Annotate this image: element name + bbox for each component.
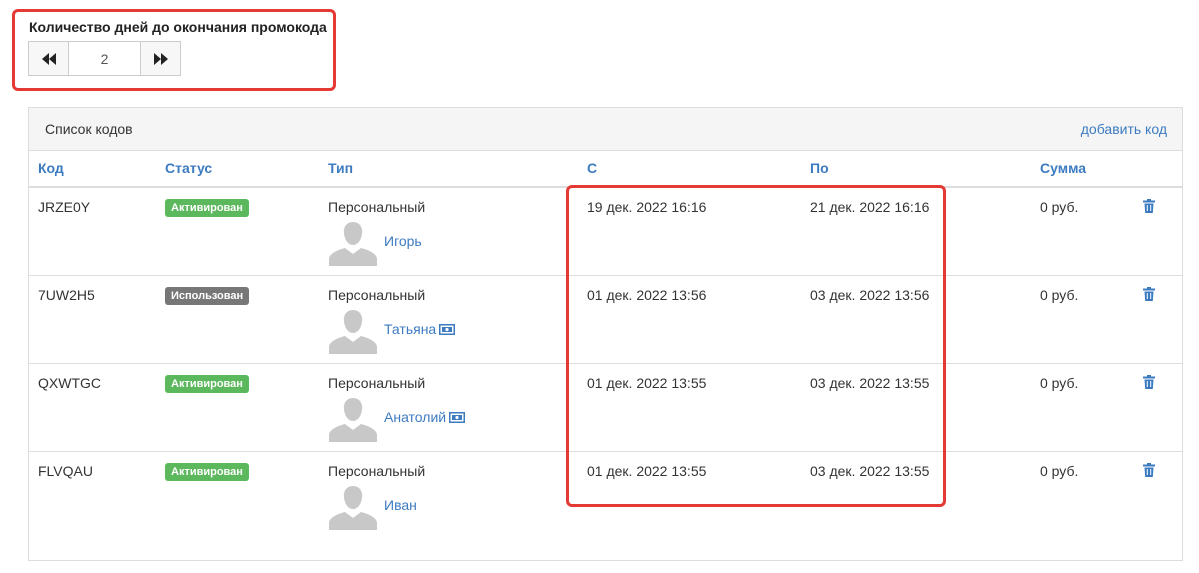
promo-days-stepper (28, 41, 181, 76)
row-code: JRZE0Y (38, 199, 91, 215)
avatar-icon (329, 222, 377, 266)
row-from-date: 01 дек. 2022 13:56 (587, 287, 707, 303)
header-type[interactable]: Тип (328, 160, 353, 176)
row-to-date: 03 дек. 2022 13:55 (810, 375, 930, 391)
status-badge: Использован (165, 287, 250, 305)
row-from-date: 01 дек. 2022 13:55 (587, 375, 707, 391)
avatar-icon (329, 486, 377, 530)
header-sum[interactable]: Сумма (1040, 160, 1086, 176)
row-sum: 0 руб. (1040, 463, 1079, 479)
trash-icon[interactable] (1143, 375, 1155, 389)
row-type: Персональный (328, 463, 426, 479)
user-link[interactable]: Анатолий (384, 409, 466, 425)
row-divider (29, 451, 1182, 452)
header-to[interactable]: По (810, 160, 829, 176)
row-to-date: 03 дек. 2022 13:55 (810, 463, 930, 479)
trash-icon[interactable] (1143, 199, 1155, 213)
panel-title: Список кодов (45, 121, 133, 137)
user-name: Татьяна (384, 321, 437, 337)
promo-days-label: Количество дней до окончания промокода (29, 19, 327, 35)
avatar-icon (329, 310, 377, 354)
header-from[interactable]: С (587, 160, 597, 176)
promo-days-input[interactable] (69, 42, 140, 75)
row-divider (29, 363, 1182, 364)
user-name: Анатолий (384, 409, 447, 425)
row-divider (29, 275, 1182, 276)
status-badge: Активирован (165, 375, 249, 393)
row-sum: 0 руб. (1040, 199, 1079, 215)
row-code: QXWTGC (38, 375, 101, 391)
header-status[interactable]: Статус (165, 160, 212, 176)
header-divider (29, 186, 1182, 188)
user-name: Иван (384, 497, 417, 513)
row-to-date: 03 дек. 2022 13:56 (810, 287, 930, 303)
status-badge: Активирован (165, 463, 249, 481)
decrement-button[interactable] (29, 42, 69, 75)
row-to-date: 21 дек. 2022 16:16 (810, 199, 930, 215)
user-name: Игорь (384, 233, 422, 249)
row-code: FLVQAU (38, 463, 93, 479)
trash-icon[interactable] (1143, 287, 1155, 301)
money-icon (439, 323, 456, 335)
user-link[interactable]: Игорь (384, 233, 422, 249)
row-sum: 0 руб. (1040, 287, 1079, 303)
status-badge: Активирован (165, 199, 249, 217)
row-type: Персональный (328, 199, 426, 215)
row-type: Персональный (328, 375, 426, 391)
add-code-link[interactable]: добавить код (1081, 121, 1167, 137)
row-sum: 0 руб. (1040, 375, 1079, 391)
panel-header: Список кодов добавить код (29, 108, 1182, 151)
avatar-icon (329, 398, 377, 442)
money-icon (449, 411, 466, 423)
header-code[interactable]: Код (38, 160, 64, 176)
double-chevron-left-icon (41, 52, 56, 65)
trash-icon[interactable] (1143, 463, 1155, 477)
row-code: 7UW2H5 (38, 287, 95, 303)
user-link[interactable]: Татьяна (384, 321, 456, 337)
double-chevron-right-icon (153, 52, 168, 65)
row-type: Персональный (328, 287, 426, 303)
row-from-date: 01 дек. 2022 13:55 (587, 463, 707, 479)
row-from-date: 19 дек. 2022 16:16 (587, 199, 707, 215)
increment-button[interactable] (140, 42, 180, 75)
user-link[interactable]: Иван (384, 497, 417, 513)
